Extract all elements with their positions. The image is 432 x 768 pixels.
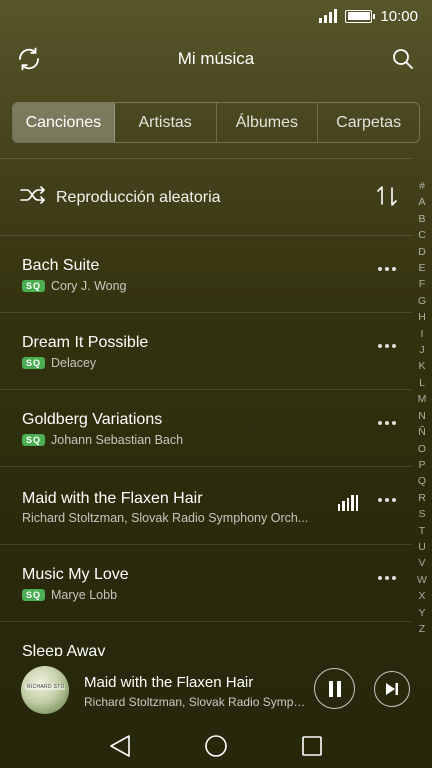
sq-badge: SQ <box>22 434 46 446</box>
song-artist: Delacey <box>51 356 97 370</box>
alphabet-letter[interactable]: # <box>419 178 425 194</box>
song-artist: Johann Sebastian Bach <box>51 433 184 447</box>
alphabet-letter[interactable]: G <box>418 293 426 309</box>
more-options-icon[interactable] <box>378 267 396 271</box>
back-icon[interactable] <box>110 735 130 757</box>
tab-carpetas[interactable]: Carpetas <box>318 103 419 142</box>
alphabet-letter[interactable]: U <box>418 539 426 555</box>
alphabet-letter[interactable]: S <box>418 506 425 522</box>
tab-albumes[interactable]: Álbumes <box>217 103 319 142</box>
search-icon[interactable] <box>390 46 416 72</box>
system-nav-bar <box>0 722 432 768</box>
pause-icon <box>328 680 341 697</box>
song-artist: Richard Stoltzman, Slovak Radio Symphony… <box>22 511 309 525</box>
tab-bar: Canciones Artistas Álbumes Carpetas <box>12 102 420 143</box>
alphabet-letter[interactable]: H <box>418 309 426 325</box>
shuffle-label: Reproducción aleatoria <box>56 188 221 206</box>
divider <box>0 158 412 159</box>
alphabet-letter[interactable]: N <box>418 408 426 424</box>
alphabet-letter[interactable]: M <box>418 391 427 407</box>
alphabet-letter[interactable]: F <box>419 276 425 292</box>
skip-next-icon <box>386 683 398 695</box>
pause-button[interactable] <box>314 668 355 709</box>
alphabet-letter[interactable]: R <box>418 490 426 506</box>
song-title: Sleep Away <box>22 643 106 656</box>
song-title: Maid with the Flaxen Hair <box>22 490 203 507</box>
status-time: 10:00 <box>380 7 418 25</box>
song-title: Goldberg Variations <box>22 411 163 428</box>
song-row[interactable]: Goldberg Variations SQ Johann Sebastian … <box>0 390 412 467</box>
shuffle-icon <box>20 185 46 210</box>
sq-badge: SQ <box>22 280 46 292</box>
alphabet-letter[interactable]: Z <box>419 621 425 637</box>
battery-icon <box>345 9 376 23</box>
alphabet-letter[interactable]: X <box>418 588 425 604</box>
alphabet-letter[interactable]: O <box>418 441 426 457</box>
song-row[interactable]: Music My Love SQ Marye Lobb <box>0 545 412 622</box>
song-title: Music My Love <box>22 566 129 583</box>
alphabet-letter[interactable]: C <box>418 227 426 243</box>
song-title: Dream It Possible <box>22 334 149 351</box>
signal-icon <box>319 9 338 23</box>
alphabet-letter[interactable]: J <box>419 342 424 358</box>
more-options-icon[interactable] <box>378 344 396 348</box>
now-playing-artist: Richard Stoltzman, Slovak Radio Symph... <box>84 695 306 709</box>
app-header: Mi música <box>0 38 432 80</box>
tab-artistas[interactable]: Artistas <box>115 103 217 142</box>
sort-icon[interactable] <box>376 184 398 213</box>
shuffle-row[interactable]: Reproducción aleatoria <box>0 160 412 235</box>
alphabet-letter[interactable]: B <box>418 211 425 227</box>
next-button[interactable] <box>374 671 410 707</box>
song-row-playing[interactable]: Maid with the Flaxen Hair Richard Stoltz… <box>0 467 412 544</box>
alphabet-letter[interactable]: Q <box>418 473 426 489</box>
song-row[interactable]: Dream It Possible SQ Delacey <box>0 313 412 390</box>
sq-badge: SQ <box>22 357 46 369</box>
song-row[interactable]: Bach Suite SQ Cory J. Wong <box>0 236 412 313</box>
alphabet-letter[interactable]: V <box>418 555 425 571</box>
alphabet-letter[interactable]: P <box>418 457 425 473</box>
song-title: Bach Suite <box>22 257 100 274</box>
alphabet-letter[interactable]: T <box>419 523 425 539</box>
tab-canciones[interactable]: Canciones <box>13 103 115 142</box>
alphabet-letter[interactable]: D <box>418 244 426 260</box>
alphabet-index[interactable]: # A B C D E F G H I J K L M N Ñ O P Q R S T U V W X Y Z <box>416 178 428 637</box>
album-art[interactable]: RICHARD STOLTZMAN <box>21 666 69 714</box>
alphabet-letter[interactable]: K <box>418 358 425 374</box>
alphabet-letter[interactable]: Y <box>418 605 425 621</box>
now-playing-equalizer-icon <box>337 495 358 511</box>
refresh-icon[interactable] <box>16 46 42 72</box>
alphabet-letter[interactable]: W <box>417 572 427 588</box>
page-title: Mi música <box>177 49 255 68</box>
alphabet-letter[interactable]: E <box>418 260 425 276</box>
home-icon[interactable] <box>205 735 227 757</box>
sq-badge: SQ <box>22 589 46 601</box>
status-bar: 10:00 <box>0 0 432 32</box>
mini-player[interactable]: RICHARD STOLTZMAN Maid with the Flaxen H… <box>0 656 432 722</box>
more-options-icon[interactable] <box>378 576 396 580</box>
album-art-text: RICHARD STOLTZMAN <box>25 684 65 690</box>
song-row[interactable]: Sleep Away <box>0 622 412 656</box>
more-options-icon[interactable] <box>378 498 396 502</box>
song-artist: Marye Lobb <box>51 588 118 602</box>
alphabet-letter[interactable]: Ñ <box>418 424 426 440</box>
recents-icon[interactable] <box>302 736 322 756</box>
song-artist: Cory J. Wong <box>51 279 127 293</box>
more-options-icon[interactable] <box>378 421 396 425</box>
now-playing-title: Maid with the Flaxen Hair <box>84 674 254 691</box>
alphabet-letter[interactable]: I <box>421 326 424 342</box>
alphabet-letter[interactable]: L <box>419 375 425 391</box>
alphabet-letter[interactable]: A <box>418 194 425 210</box>
